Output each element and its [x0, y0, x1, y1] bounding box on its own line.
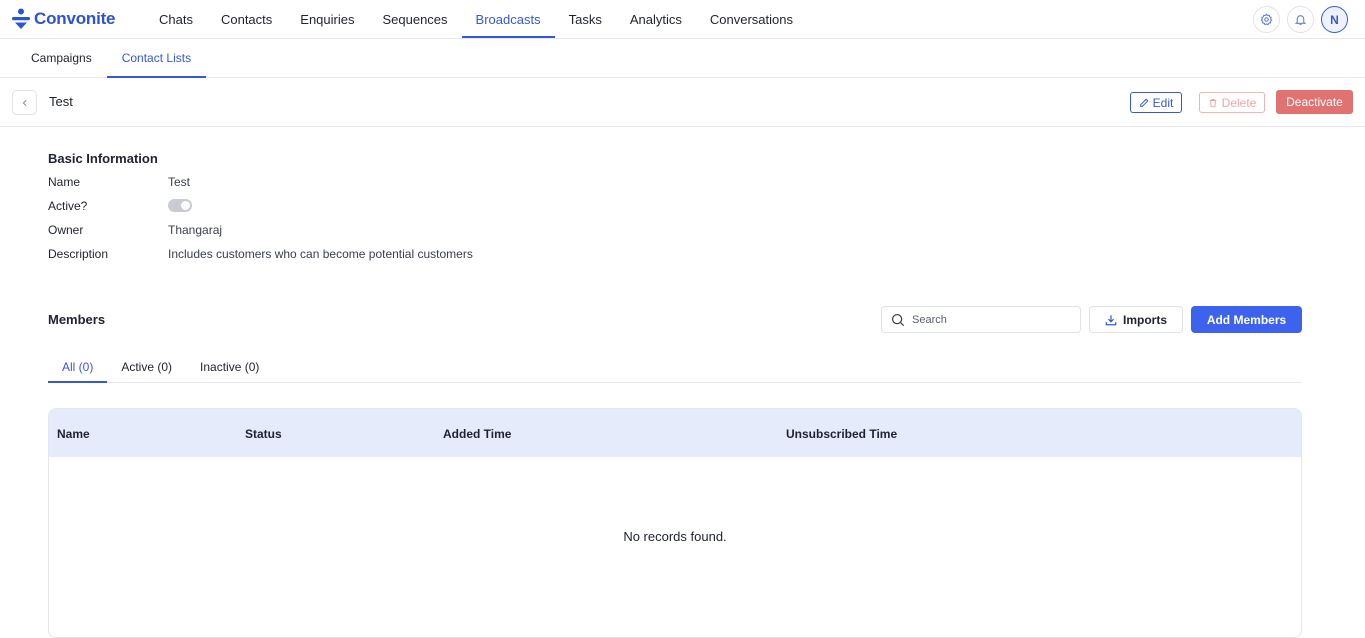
- deactivate-button[interactable]: Deactivate: [1276, 90, 1353, 114]
- bell-icon: [1294, 15, 1307, 25]
- tab-all[interactable]: All (0): [48, 352, 108, 383]
- top-actions: N: [1253, 6, 1348, 33]
- convonite-logo-icon: [12, 8, 30, 30]
- imports-button[interactable]: Imports: [1089, 306, 1183, 333]
- owner-label: Owner: [48, 223, 84, 237]
- broadcast-subtabs: Campaigns Contact Lists: [0, 39, 1365, 78]
- tab-active[interactable]: Active (0): [107, 352, 186, 382]
- imports-label: Imports: [1122, 312, 1167, 327]
- edit-button[interactable]: Edit: [1130, 92, 1182, 113]
- active-toggle[interactable]: [168, 199, 192, 212]
- empty-state-message: No records found.: [623, 529, 727, 544]
- main-nav: Chats Contacts Enquiries Sequences Broad…: [145, 0, 807, 39]
- gear-icon: [1260, 13, 1273, 26]
- members-table: Name Status Added Time Unsubscribed Time…: [48, 408, 1302, 638]
- add-members-button[interactable]: Add Members: [1191, 306, 1302, 333]
- nav-contacts[interactable]: Contacts: [207, 0, 286, 39]
- brand-logo[interactable]: Convonite: [12, 7, 116, 31]
- members-title: Members: [48, 312, 106, 327]
- tab-campaigns[interactable]: Campaigns: [16, 39, 107, 77]
- notifications-button[interactable]: [1287, 6, 1314, 33]
- nav-broadcasts[interactable]: Broadcasts: [461, 0, 555, 39]
- trash-icon: [1209, 98, 1216, 107]
- download-icon: [1105, 314, 1117, 325]
- table-header: Name Status Added Time Unsubscribed Time: [49, 409, 1301, 457]
- brand-name: Convonite: [34, 9, 116, 28]
- column-unsubscribed-time[interactable]: Unsubscribed Time: [786, 427, 897, 441]
- column-added-time[interactable]: Added Time: [443, 427, 511, 441]
- nav-analytics[interactable]: Analytics: [616, 0, 696, 39]
- nav-sequences[interactable]: Sequences: [368, 0, 461, 39]
- nav-conversations[interactable]: Conversations: [696, 0, 807, 39]
- nav-chats[interactable]: Chats: [145, 0, 207, 39]
- description-label: Description: [48, 247, 109, 261]
- description-value: Includes customers who can become potent…: [168, 247, 473, 261]
- page-header: Test Edit Delete Deactivate: [0, 78, 1365, 127]
- column-name[interactable]: Name: [57, 427, 90, 441]
- delete-label: Delete: [1221, 95, 1257, 110]
- page-title: Test: [49, 94, 73, 109]
- settings-button[interactable]: [1253, 6, 1280, 33]
- member-filter-tabs: All (0) Active (0) Inactive (0): [48, 352, 1302, 383]
- nav-enquiries[interactable]: Enquiries: [286, 0, 368, 39]
- user-avatar[interactable]: N: [1321, 6, 1348, 33]
- name-value: Test: [168, 175, 191, 189]
- delete-button[interactable]: Delete: [1199, 92, 1265, 113]
- nav-tasks[interactable]: Tasks: [555, 0, 616, 39]
- chevron-left-icon: [22, 99, 27, 106]
- member-search: [881, 306, 1081, 333]
- tab-contact-lists[interactable]: Contact Lists: [106, 39, 207, 78]
- name-label: Name: [48, 175, 81, 189]
- search-icon: [891, 313, 905, 327]
- back-button[interactable]: [12, 90, 37, 115]
- owner-value: Thangaraj: [168, 223, 223, 237]
- search-input[interactable]: [912, 311, 1072, 329]
- top-navbar: Convonite Chats Contacts Enquiries Seque…: [0, 0, 1365, 39]
- pencil-icon: [1139, 98, 1149, 107]
- column-status[interactable]: Status: [245, 427, 282, 441]
- basic-info-title: Basic Information: [48, 151, 158, 166]
- edit-label: Edit: [1152, 95, 1174, 110]
- tab-inactive[interactable]: Inactive (0): [186, 352, 273, 382]
- active-label: Active?: [48, 199, 88, 213]
